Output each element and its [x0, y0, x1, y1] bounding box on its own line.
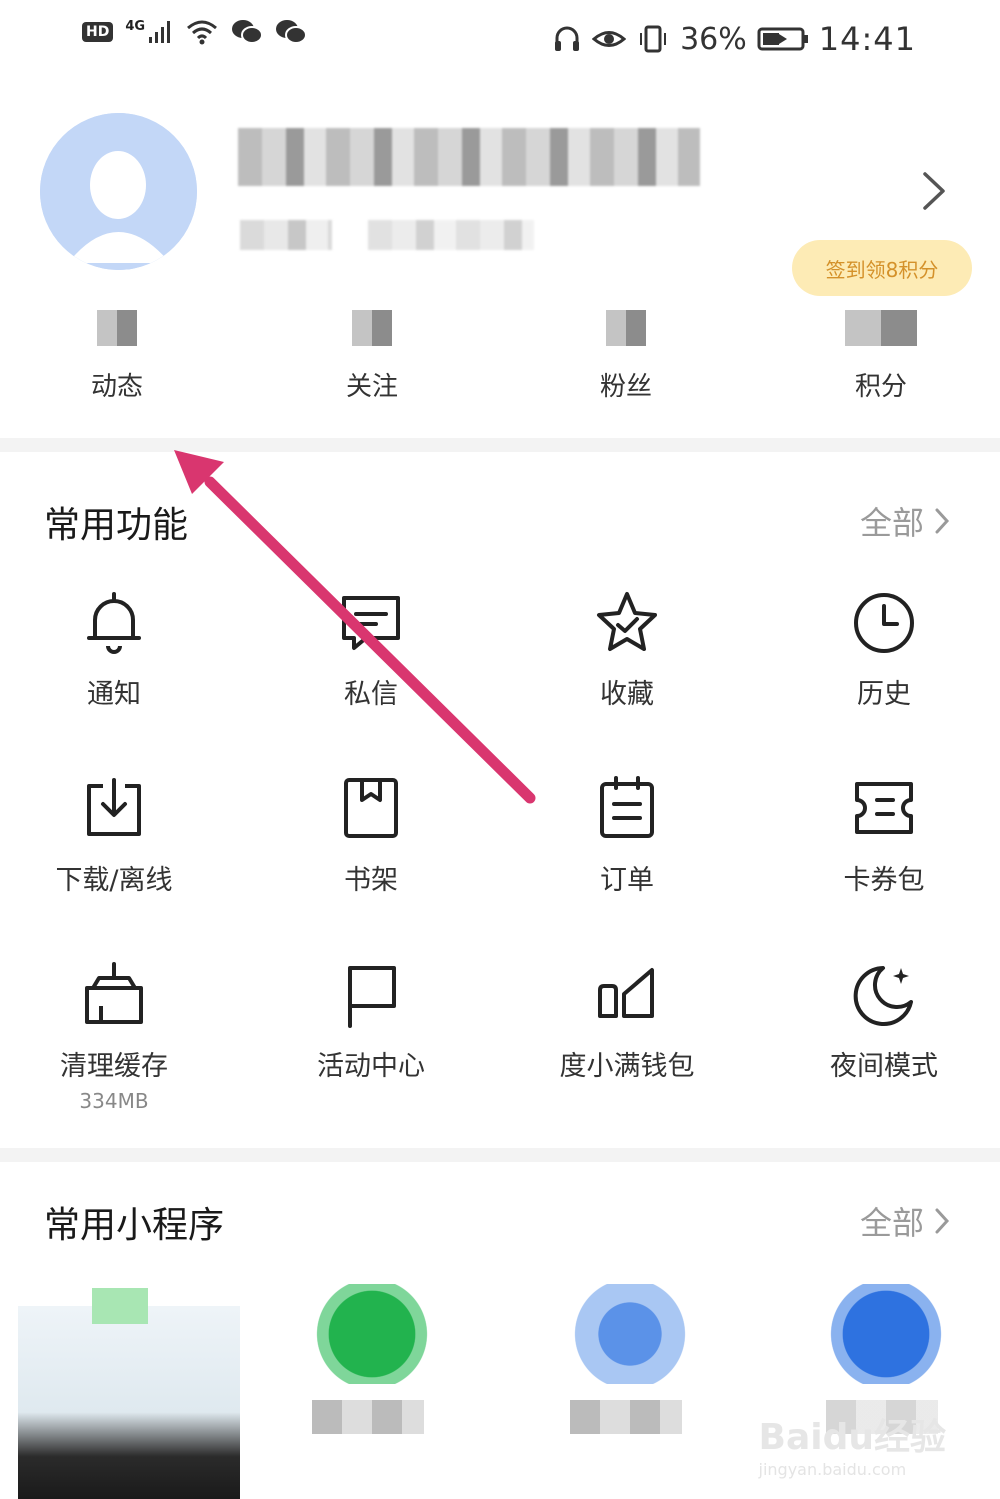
message-icon [342, 596, 400, 650]
order-icon [600, 776, 654, 838]
checkin-badge[interactable]: 签到领8积分 [792, 240, 972, 296]
status-bar: HD 4G 36% 14:41 [0, 0, 1000, 80]
stat-label: 关注 [345, 372, 398, 402]
feature-night-mode[interactable]: 夜间模式 [764, 960, 1000, 1083]
wallet-icon [598, 968, 654, 1018]
network-type: 4G [125, 19, 146, 34]
feature-label: 卡券包 [843, 865, 925, 896]
section-title-mini-programs: 常用小程序 [44, 1205, 225, 1246]
moon-icon [853, 966, 913, 1026]
feature-label: 收藏 [600, 679, 654, 710]
feature-label: 夜间模式 [830, 1051, 938, 1082]
chevron-right-icon [935, 1208, 950, 1234]
feature-bookshelf[interactable]: 书架 [251, 774, 491, 897]
coupon-icon [855, 782, 913, 834]
feature-activity-center[interactable]: 活动中心 [251, 960, 491, 1083]
stat-label: 粉丝 [599, 372, 652, 402]
feature-label: 私信 [344, 679, 398, 710]
hd-badge: HD [82, 22, 114, 42]
chevron-right-icon[interactable] [915, 168, 951, 214]
mini-program-name-redacted [312, 1400, 424, 1434]
feature-history[interactable]: 历史 [764, 588, 1000, 711]
cache-size: 334MB [79, 1089, 149, 1113]
feature-private-message[interactable]: 私信 [251, 588, 491, 711]
feature-clear-cache[interactable]: 清理缓存 334MB [0, 960, 234, 1113]
user-subtitle-redacted [368, 220, 534, 250]
battery-icon [757, 27, 808, 51]
wifi-icon [187, 20, 218, 45]
wechat-icon [232, 20, 264, 44]
baidu-watermark: Baidu经验 jingyan.baidu.com [759, 1408, 946, 1479]
avatar[interactable] [40, 113, 197, 270]
mini-program-tile-top-redacted [92, 1288, 148, 1324]
view-all-functions-link[interactable]: 全部 [860, 498, 952, 544]
status-right: 36% 14:41 [552, 20, 916, 58]
status-left: HD 4G [82, 18, 308, 46]
feature-wallet[interactable]: 度小满钱包 [507, 960, 747, 1083]
feature-label: 活动中心 [317, 1051, 425, 1082]
wechat-icon [276, 20, 308, 44]
feature-label: 通知 [87, 679, 141, 710]
bell-icon [87, 592, 141, 654]
battery-percent: 36% [680, 21, 747, 57]
stat-value-redacted [352, 310, 392, 346]
view-all-label: 全部 [859, 504, 924, 542]
chevron-right-icon [935, 508, 950, 534]
download-icon [87, 778, 141, 836]
flag-icon [348, 966, 396, 1028]
default-avatar-icon [40, 113, 197, 270]
stat-label: 动态 [90, 372, 143, 402]
stat-dynamics[interactable]: 动态 [42, 310, 192, 403]
section-title-common-functions: 常用功能 [44, 505, 189, 546]
username-redacted [238, 128, 700, 186]
mini-program-name-redacted [570, 1400, 682, 1434]
signal-icon: 4G [125, 19, 173, 45]
feature-label: 下载/离线 [55, 865, 173, 896]
stat-value-redacted [845, 310, 917, 346]
view-all-mini-programs-link[interactable]: 全部 [860, 1198, 952, 1244]
headphones-icon [555, 26, 580, 51]
mini-program-icon-green[interactable] [312, 1284, 432, 1384]
user-subtitle-redacted [240, 220, 332, 250]
stat-value-redacted [606, 310, 646, 346]
feature-label: 订单 [600, 865, 654, 896]
broom-icon [85, 962, 143, 1024]
feature-label: 清理缓存 [60, 1051, 168, 1082]
feature-label: 历史 [857, 679, 911, 710]
watermark-text: Baidu经验 [758, 1417, 946, 1458]
stat-fans[interactable]: 粉丝 [551, 310, 701, 403]
eye-icon [592, 31, 627, 47]
mini-program-icon-lightblue[interactable] [570, 1284, 690, 1384]
view-all-label: 全部 [859, 1204, 924, 1242]
section-divider [0, 438, 1000, 452]
feature-download[interactable]: 下载/离线 [0, 774, 234, 897]
clock-time: 14:41 [818, 20, 916, 58]
feature-label: 书架 [344, 865, 398, 896]
vibrate-icon [640, 25, 667, 53]
clock-icon [854, 593, 914, 653]
feature-coupons[interactable]: 卡券包 [764, 774, 1000, 897]
feature-label: 度小满钱包 [559, 1051, 695, 1082]
stat-following[interactable]: 关注 [297, 310, 447, 403]
feature-favorites[interactable]: 收藏 [507, 588, 747, 711]
stat-value-redacted [97, 310, 137, 346]
feature-notification[interactable]: 通知 [0, 588, 234, 711]
watermark-url: jingyan.baidu.com [758, 1460, 907, 1479]
feature-orders[interactable]: 订单 [507, 774, 747, 897]
stat-label: 积分 [854, 372, 907, 402]
star-icon [597, 592, 657, 651]
mini-program-icon-blue[interactable] [826, 1284, 946, 1384]
section-divider [0, 1148, 1000, 1162]
mini-program-tile-redacted[interactable] [18, 1306, 240, 1499]
stat-points[interactable]: 积分 [806, 310, 956, 403]
bookshelf-icon [344, 778, 398, 838]
